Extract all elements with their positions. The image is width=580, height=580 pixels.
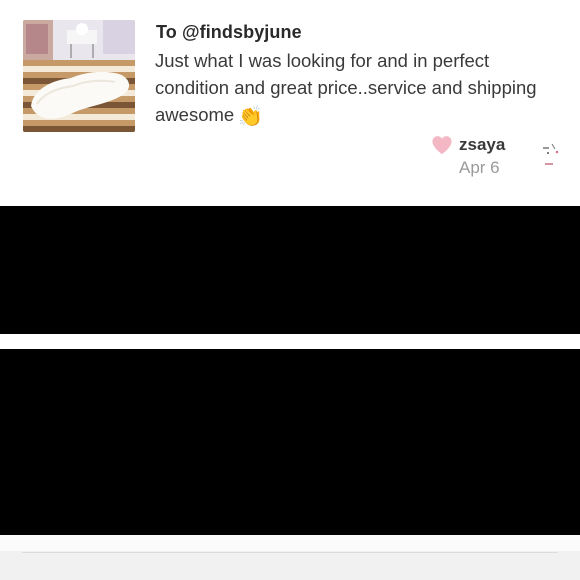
product-thumbnail[interactable] xyxy=(23,20,135,132)
blacked-out-region-top xyxy=(0,206,580,334)
review-date: Apr 6 xyxy=(459,158,500,177)
screen: To @findsbyjune Just what I was looking … xyxy=(0,0,580,580)
sparkle-icon xyxy=(543,143,559,165)
review-comment-text: Just what I was looking for and in perfe… xyxy=(155,50,537,125)
blacked-out-region-bottom xyxy=(0,349,580,535)
heart-icon xyxy=(432,136,452,155)
review-author[interactable]: zsaya xyxy=(459,135,505,155)
review-recipient[interactable]: To @findsbyjune xyxy=(156,22,302,43)
review-card: To @findsbyjune Just what I was looking … xyxy=(0,0,580,206)
clapping-hands-emoji: 👏 xyxy=(238,106,264,128)
footer-divider xyxy=(22,552,558,553)
review-author-row[interactable]: zsaya xyxy=(431,133,505,157)
divider xyxy=(0,334,580,349)
footer-highlight xyxy=(0,535,580,551)
review-comment: Just what I was looking for and in perfe… xyxy=(155,47,545,131)
